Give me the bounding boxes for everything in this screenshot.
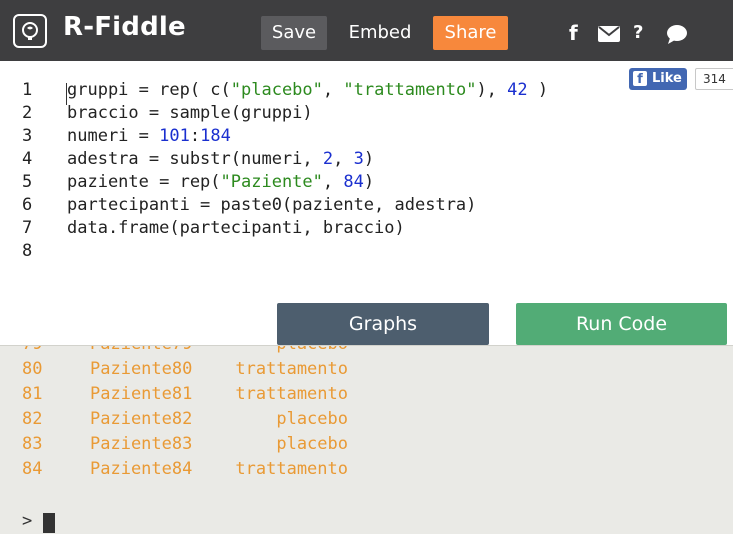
- code-editor[interactable]: 1 gruppi = rep( c("placebo", "trattamento…: [0, 61, 733, 303]
- facebook-f-icon: f: [633, 71, 647, 87]
- row-index: 79: [22, 346, 42, 357]
- code-text: gruppi = rep( c("placebo", "trattamento"…: [67, 78, 548, 102]
- code-token: ): [527, 80, 549, 100]
- like-count: 314: [695, 68, 733, 90]
- line-number: 3: [22, 126, 33, 146]
- line-number: 1: [22, 80, 33, 100]
- facebook-icon[interactable]: f: [569, 22, 585, 44]
- run-code-button[interactable]: Run Code: [516, 303, 727, 345]
- treatment-arm: trattamento: [235, 359, 348, 379]
- line-number: 7: [22, 218, 33, 238]
- participant-name: Paziente81: [90, 384, 193, 404]
- string-token: "trattamento": [343, 80, 477, 100]
- code-text: paziente = rep("Paziente", 84): [67, 170, 374, 194]
- code-token: ,: [322, 172, 344, 192]
- participant-name: Paziente84: [90, 459, 193, 479]
- row-index: 83: [22, 434, 43, 454]
- app-title[interactable]: R-Fiddle: [63, 12, 186, 42]
- code-token: ): [363, 172, 375, 192]
- treatment-arm: placebo: [218, 346, 348, 357]
- code-token: :: [189, 126, 201, 146]
- code-text: numeri = 101:184: [67, 124, 231, 148]
- code-token: data.frame(partecipanti, braccio): [67, 218, 405, 238]
- console-prompt: >: [22, 511, 33, 531]
- number-token: 3: [353, 149, 364, 169]
- code-token: ),: [476, 80, 508, 100]
- number-token: 84: [343, 172, 364, 192]
- participant-name: Paziente80: [90, 359, 193, 379]
- like-label: Like: [652, 71, 682, 86]
- line-number: 2: [22, 103, 33, 123]
- row-index: 84: [22, 459, 43, 479]
- number-token: 2: [322, 149, 334, 169]
- facebook-like-button[interactable]: f Like: [629, 68, 687, 90]
- treatment-arm: placebo: [276, 409, 348, 429]
- console-cursor: [43, 513, 55, 533]
- code-token: adestra = substr(numeri,: [67, 149, 323, 169]
- number-token: 101: [159, 126, 190, 146]
- number-token: 184: [200, 126, 231, 146]
- code-text: partecipanti = paste0(paziente, adestra): [67, 193, 476, 217]
- console-output[interactable]: 79 Paziente79 placebo 80 Paziente80 trattamen…: [0, 345, 733, 534]
- mail-icon[interactable]: [598, 26, 620, 42]
- code-token: partecipanti = paste0(paziente, adestra): [67, 195, 477, 215]
- help-icon[interactable]: ?: [633, 22, 649, 44]
- participant-name: Paziente79: [90, 346, 192, 357]
- embed-button[interactable]: Embed: [336, 16, 424, 50]
- r-fiddle-logo-icon[interactable]: [13, 14, 47, 48]
- line-number: 8: [22, 241, 33, 261]
- code-text: braccio = sample(gruppi): [67, 101, 313, 125]
- participant-name: Paziente82: [90, 409, 193, 429]
- share-button[interactable]: Share: [433, 16, 508, 50]
- code-token: ): [363, 149, 375, 169]
- row-index: 80: [22, 359, 43, 379]
- code-token: paziente = rep(: [67, 172, 221, 192]
- treatment-arm: placebo: [276, 434, 348, 454]
- string-token: "Paziente": [220, 172, 323, 192]
- string-token: "placebo": [230, 80, 323, 100]
- save-button[interactable]: Save: [261, 16, 327, 50]
- line-number: 6: [22, 195, 33, 215]
- code-token: ,: [322, 80, 344, 100]
- code-text: data.frame(partecipanti, braccio): [67, 216, 405, 240]
- top-bar: R-Fiddle Save Embed Share f ?: [0, 0, 733, 61]
- code-token: braccio = sample(gruppi): [67, 103, 313, 123]
- treatment-arm: trattamento: [235, 459, 348, 479]
- treatment-arm: trattamento: [235, 384, 348, 404]
- code-token: ,: [333, 149, 354, 169]
- line-number: 5: [22, 172, 33, 192]
- graphs-button[interactable]: Graphs: [277, 303, 489, 345]
- number-token: 42: [507, 80, 528, 100]
- participant-name: Paziente83: [90, 434, 193, 454]
- code-token: numeri =: [67, 126, 160, 146]
- line-number: 4: [22, 149, 33, 169]
- row-index: 82: [22, 409, 43, 429]
- code-text: adestra = substr(numeri, 2, 3): [67, 147, 374, 171]
- code-token: gruppi = rep( c(: [67, 80, 231, 100]
- row-index: 81: [22, 384, 43, 404]
- chat-icon[interactable]: [664, 23, 690, 45]
